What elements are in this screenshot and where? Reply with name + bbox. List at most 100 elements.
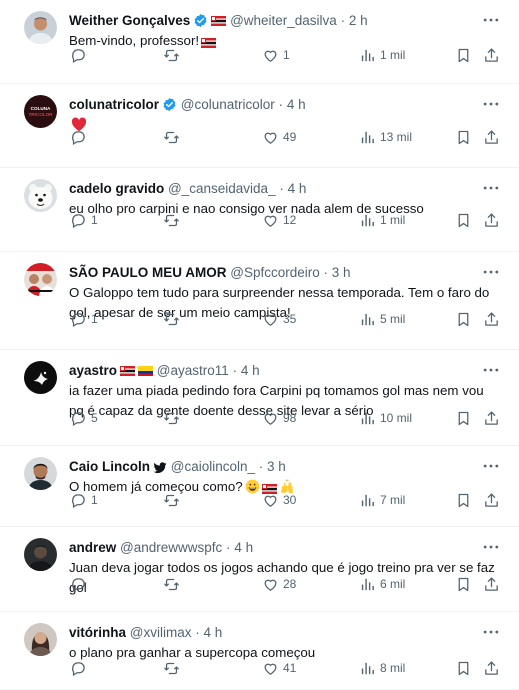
author-handle[interactable]: @xvilimax [130,625,192,640]
author-name[interactable]: colunatricolor [69,97,159,112]
more-options-icon[interactable] [481,537,501,557]
like-button[interactable]: 41 [262,657,296,679]
timestamp[interactable]: 4 h [234,540,253,555]
author-handle[interactable]: @wheiter_dasilva [230,13,337,28]
bookmark-button[interactable] [455,44,472,66]
reply-button[interactable]: 1 [70,489,98,511]
views-count: 6 mil [380,577,406,591]
share-button[interactable] [483,44,500,66]
tweet[interactable]: Caio Lincoln @caiolincoln_ · 3 hO homem … [0,446,519,527]
share-button[interactable] [483,407,500,429]
views-button[interactable]: 8 mil [359,657,405,679]
like-button[interactable]: 49 [262,126,296,148]
author-handle[interactable]: @ayastro11 [157,363,229,378]
author-name[interactable]: cadelo gravido [69,181,164,196]
share-button[interactable] [483,308,500,330]
reply-button[interactable] [70,44,91,66]
tweet[interactable]: cadelo gravido @_canseidavida_ · 4 h eu o… [0,168,519,252]
timestamp[interactable]: 4 h [204,625,223,640]
author-name[interactable]: Weither Gonçalves [69,13,190,28]
reply-button[interactable]: 1 [70,308,98,330]
share-button[interactable] [483,126,500,148]
bookmark-button[interactable] [455,209,472,231]
avatar[interactable] [24,263,57,296]
views-button[interactable]: 1 mil [359,44,405,66]
views-button[interactable]: 6 mil [359,573,405,595]
author-name[interactable]: Caio Lincoln [69,459,150,474]
more-options-icon[interactable] [481,262,501,282]
author-name[interactable]: andrew [69,540,116,555]
reply-button[interactable] [70,657,91,679]
reply-button[interactable] [70,573,91,595]
more-options-icon[interactable] [481,622,501,642]
avatar[interactable] [24,361,57,394]
retweet-button[interactable] [163,308,184,330]
like-button[interactable]: 28 [262,573,296,595]
retweet-button[interactable] [163,126,184,148]
share-button[interactable] [483,209,500,231]
timestamp[interactable]: 4 h [241,363,260,378]
reply-button[interactable] [70,126,91,148]
more-options-icon[interactable] [481,456,501,476]
author-handle[interactable]: @Spfccordeiro [230,265,320,280]
avatar[interactable] [24,457,57,490]
tweet[interactable]: Weither Gonçalves @wheiter_dasilva · 2 h… [0,0,519,84]
views-button[interactable]: 5 mil [359,308,405,330]
avatar[interactable] [24,11,57,44]
tweet[interactable]: vitórinha @xvilimax · 4 ho plano pra gan… [0,612,519,690]
views-button[interactable]: 10 mil [359,407,412,429]
avatar[interactable] [24,623,57,656]
retweet-button[interactable] [163,209,184,231]
share-button[interactable] [483,657,500,679]
views-button[interactable]: 1 mil [359,209,405,231]
more-options-icon[interactable] [481,360,501,380]
retweet-button[interactable] [163,489,184,511]
author-name[interactable]: ayastro [69,363,117,378]
tweet[interactable]: SÃO PAULO MEU AMOR @Spfccordeiro · 3 hO … [0,252,519,350]
retweet-icon [163,492,180,509]
author-handle[interactable]: @colunatricolor [181,97,275,112]
avatar[interactable] [24,538,57,571]
bookmark-button[interactable] [455,308,472,330]
tweet[interactable]: ayastro @ayastro11 · 4 h ia fazer uma pia… [0,350,519,446]
tweet[interactable]: COLUNA TRICOLOR colunatricolor @colunatric… [0,84,519,168]
retweet-button[interactable] [163,573,184,595]
reply-button[interactable]: 5 [70,407,98,429]
more-options-icon[interactable] [481,94,501,114]
like-button[interactable]: 98 [262,407,296,429]
share-icon [483,212,500,229]
like-button[interactable]: 30 [262,489,296,511]
retweet-button[interactable] [163,657,184,679]
author-handle[interactable]: @caiolincoln_ [171,459,255,474]
timestamp[interactable]: 3 h [332,265,351,280]
author-handle[interactable]: @_canseidavida_ [168,181,276,196]
reply-button[interactable]: 1 [70,209,98,231]
author-handle[interactable]: @andrewwwspfc [120,540,222,555]
share-button[interactable] [483,489,500,511]
timestamp[interactable]: 2 h [349,13,368,28]
share-button[interactable] [483,573,500,595]
bookmark-button[interactable] [455,657,472,679]
reply-icon [70,129,87,146]
bookmark-button[interactable] [455,489,472,511]
author-name[interactable]: vitórinha [69,625,126,640]
more-options-icon[interactable] [481,178,501,198]
more-options-icon[interactable] [481,10,501,30]
bookmark-button[interactable] [455,573,472,595]
timestamp[interactable]: 4 h [287,97,306,112]
like-button[interactable]: 12 [262,209,296,231]
timestamp[interactable]: 3 h [267,459,286,474]
like-button[interactable]: 1 [262,44,290,66]
retweet-button[interactable] [163,407,184,429]
avatar[interactable]: COLUNA TRICOLOR [24,95,57,128]
views-button[interactable]: 13 mil [359,126,412,148]
bookmark-button[interactable] [455,407,472,429]
bookmark-button[interactable] [455,126,472,148]
timestamp[interactable]: 4 h [288,181,307,196]
tweet[interactable]: andrew @andrewwwspfc · 4 h Juan deva joga… [0,527,519,612]
avatar[interactable] [24,179,57,212]
author-name[interactable]: SÃO PAULO MEU AMOR [69,265,227,280]
retweet-button[interactable] [163,44,184,66]
like-button[interactable]: 35 [262,308,296,330]
views-button[interactable]: 7 mil [359,489,405,511]
